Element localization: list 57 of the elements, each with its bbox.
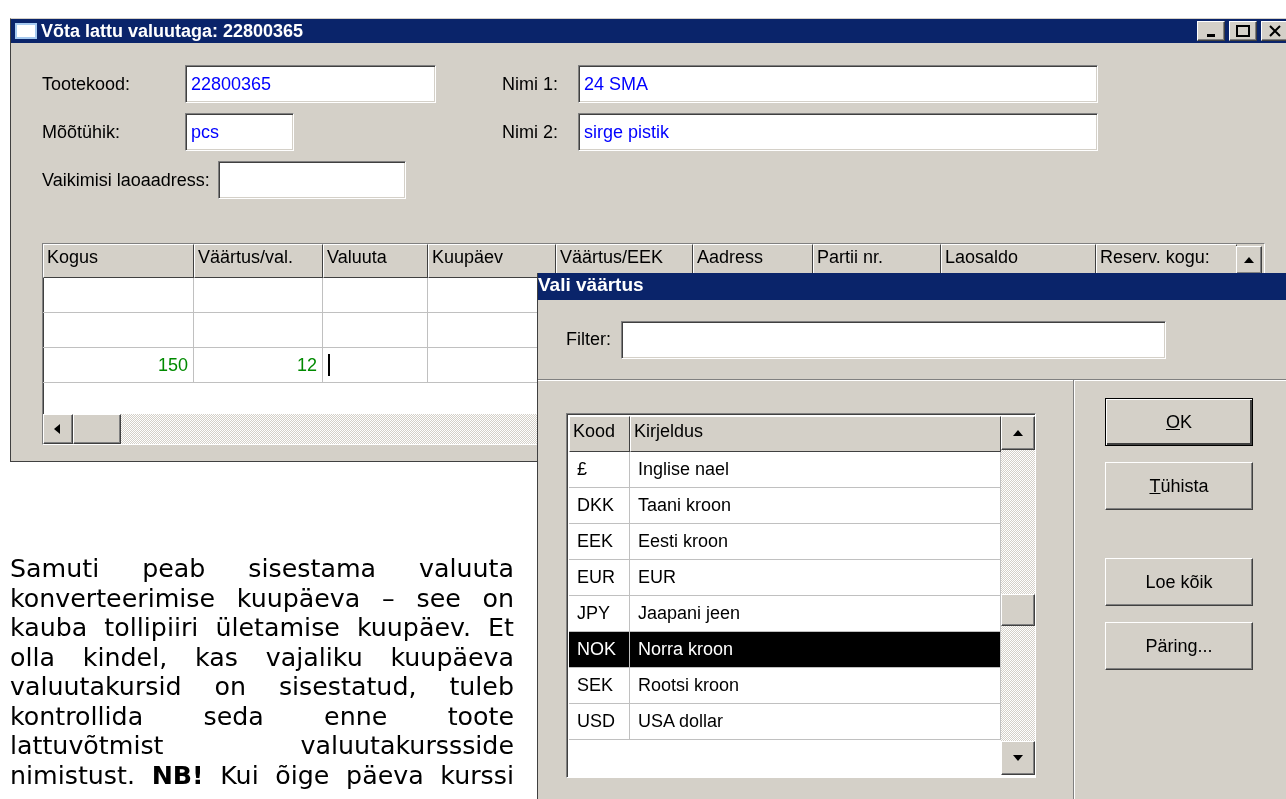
scroll-up-icon bbox=[1243, 255, 1255, 265]
list-row[interactable]: EEK Eesti kroon bbox=[569, 524, 1001, 560]
dialog-button[interactable]: Tühista bbox=[1105, 462, 1253, 510]
column-header[interactable]: Kirjeldus bbox=[630, 416, 1001, 452]
list-row[interactable]: DKK Taani kroon bbox=[569, 488, 1001, 524]
dialog-button[interactable]: OK bbox=[1105, 398, 1253, 446]
table-cell: 150 bbox=[43, 348, 194, 382]
filter-label: Filter: bbox=[566, 329, 611, 350]
vertical-scrollbar[interactable] bbox=[1001, 416, 1035, 775]
column-header[interactable]: Kood bbox=[569, 416, 630, 452]
filter-field[interactable] bbox=[621, 320, 1166, 359]
dialog-button[interactable]: Päring... bbox=[1105, 622, 1253, 670]
maximize-button[interactable] bbox=[1229, 21, 1257, 41]
close-button[interactable] bbox=[1261, 21, 1286, 41]
code-cell: SEK bbox=[569, 668, 630, 703]
list-row[interactable]: USD USA dollar bbox=[569, 704, 1001, 740]
scroll-thumb[interactable] bbox=[1001, 594, 1035, 626]
code-cell: DKK bbox=[569, 488, 630, 523]
window-title: Võta lattu valuutaga: 22800365 bbox=[41, 20, 305, 42]
input-field[interactable]: sirge pistik bbox=[578, 113, 1098, 151]
code-cell: NOK bbox=[569, 632, 630, 667]
field-label: Nimi 1: bbox=[502, 73, 559, 95]
window-icon bbox=[15, 23, 37, 39]
table-cell: 12 bbox=[194, 348, 323, 382]
close-icon bbox=[1269, 25, 1281, 37]
column-header[interactable]: Väärtus/val. bbox=[194, 244, 323, 278]
column-header[interactable]: Valuuta bbox=[323, 244, 428, 278]
list-row[interactable]: NOK Norra kroon bbox=[569, 632, 1001, 668]
field-label: Tootekood: bbox=[42, 73, 132, 95]
column-header[interactable]: Kuupäev bbox=[428, 244, 556, 278]
code-cell: USD bbox=[569, 704, 630, 739]
maximize-icon bbox=[1236, 25, 1250, 37]
code-cell: £ bbox=[569, 452, 630, 487]
input-field[interactable]: 24 SMA bbox=[578, 65, 1098, 103]
field-label: Vaikimisi laoaadress: bbox=[42, 169, 211, 191]
code-cell: EEK bbox=[569, 524, 630, 559]
dialog-button[interactable]: Loe kõik bbox=[1105, 558, 1253, 606]
body-paragraph: Samuti peab sisestama valuuta konverteerimise kuupäeva – see on kauba tollipiiri ületamise kuupäev. Et olla kindel, kas vajaliku kuupäeva valuutakursid on sisestatud, tuleb kontrollida seda enne toote lattuvõtmist valuutakurssside nimistust. NB! Kui õige päeva kurssi bbox=[10, 554, 514, 790]
input-field[interactable]: 22800365 bbox=[185, 65, 436, 103]
minimize-button[interactable] bbox=[1197, 21, 1225, 41]
list-row[interactable]: JPY Jaapani jeen bbox=[569, 596, 1001, 632]
list-row[interactable]: £ Inglise nael bbox=[569, 452, 1001, 488]
list-row[interactable]: SEK Rootsi kroon bbox=[569, 668, 1001, 704]
scroll-up-icon bbox=[1012, 428, 1024, 438]
list-row[interactable]: EUR EUR bbox=[569, 560, 1001, 596]
input-field[interactable]: pcs bbox=[185, 113, 294, 151]
scroll-thumb[interactable] bbox=[73, 414, 121, 444]
minimize-icon bbox=[1207, 33, 1215, 37]
field-label: Nimi 2: bbox=[502, 121, 559, 143]
code-cell: EUR bbox=[569, 560, 630, 595]
code-cell: JPY bbox=[569, 596, 630, 631]
scroll-up-button[interactable] bbox=[1236, 246, 1262, 274]
input-field[interactable] bbox=[217, 161, 406, 199]
column-header[interactable]: Kogus bbox=[43, 244, 194, 278]
dialog-title: Vali väärtus bbox=[538, 273, 1286, 300]
field-label: Mõõtühik: bbox=[42, 121, 122, 143]
scroll-down-icon bbox=[1012, 753, 1024, 763]
